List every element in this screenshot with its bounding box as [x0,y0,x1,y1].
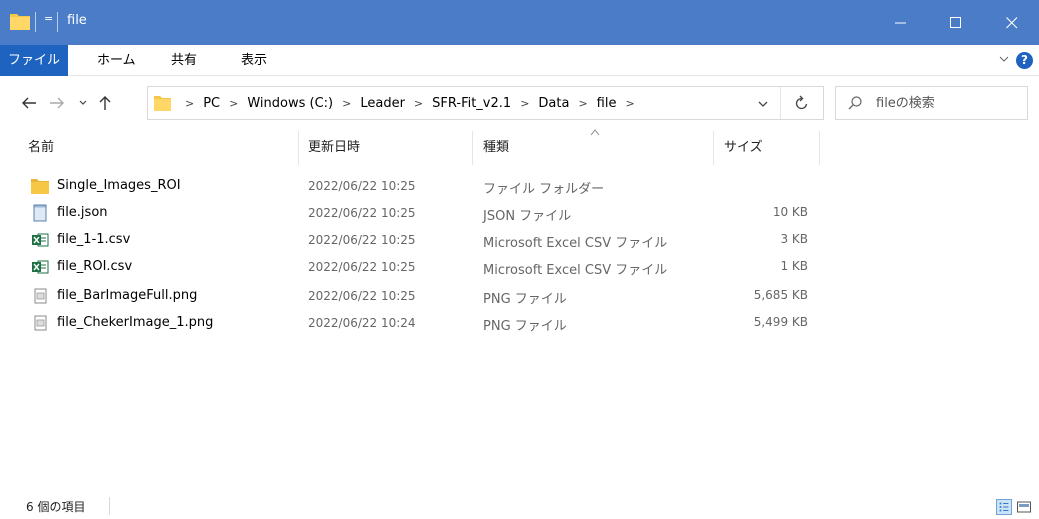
separator [57,12,58,32]
search-box[interactable] [835,86,1028,120]
breadcrumb: > PC > Windows (C:) > Leader > SFR-Fit_v… [176,87,644,119]
file-size: 3 KB [780,232,808,246]
column-divider[interactable] [819,131,820,165]
file-row[interactable]: file_ChekerImage_1.png 2022/06/22 10:24 … [26,310,816,337]
file-name: file_BarImageFull.png [57,288,198,303]
tab-file[interactable]: ファイル [0,45,68,76]
chevron-right-icon[interactable]: > [185,97,194,110]
tab-home[interactable]: ホーム [85,45,148,76]
maximize-button[interactable] [933,0,979,45]
file-row[interactable]: file_1-1.csv 2022/06/22 10:25 Microsoft … [26,227,816,254]
file-date: 2022/06/22 10:25 [308,233,416,247]
address-bar[interactable]: > PC > Windows (C:) > Leader > SFR-Fit_v… [147,86,824,120]
breadcrumb-data[interactable]: Data [538,96,569,111]
file-date: 2022/06/22 10:25 [308,260,416,274]
file-row[interactable]: Single_Images_ROI 2022/06/22 10:25 ファイル … [26,173,816,200]
forward-button[interactable] [48,94,66,112]
file-size: 10 KB [772,205,808,219]
chevron-right-icon[interactable]: > [229,97,238,110]
separator [780,87,781,119]
chevron-right-icon[interactable]: > [414,97,423,110]
column-divider[interactable] [298,131,299,165]
file-size: 5,685 KB [753,288,808,302]
file-date: 2022/06/22 10:25 [308,179,416,193]
chevron-right-icon[interactable]: > [342,97,351,110]
png-file-icon [34,315,47,331]
file-type: Microsoft Excel CSV ファイル [483,263,668,278]
breadcrumb-windows-c[interactable]: Windows (C:) [247,96,333,111]
breadcrumb-leader[interactable]: Leader [360,96,405,111]
ribbon: ファイル ホーム 共有 表示 ? [0,45,1039,76]
file-type: JSON ファイル [483,209,572,224]
close-button[interactable] [989,0,1035,45]
large-icons-view-icon[interactable] [1016,499,1032,515]
file-date: 2022/06/22 10:25 [308,289,416,303]
column-header-size[interactable]: サイズ [724,131,763,165]
recent-locations-button[interactable] [74,94,92,112]
tab-view[interactable]: 表示 [229,45,279,76]
file-date: 2022/06/22 10:24 [308,316,416,330]
file-name: Single_Images_ROI [57,178,181,193]
file-type: PNG ファイル [483,292,567,307]
column-header-name[interactable]: 名前 [28,131,54,165]
details-view-icon[interactable] [996,499,1012,515]
file-type: ファイル フォルダー [483,182,605,197]
excel-csv-icon [32,260,49,274]
window-title: file [67,13,87,28]
arrow-up-icon [99,96,111,110]
chevron-right-icon[interactable]: > [625,97,634,110]
up-button[interactable] [96,94,114,112]
folder-icon [10,14,30,30]
chevron-right-icon[interactable]: > [578,97,587,110]
file-size: 1 KB [780,259,808,273]
help-button[interactable]: ? [1016,52,1033,69]
column-header-date[interactable]: 更新日時 [308,131,360,165]
file-row[interactable]: file.json 2022/06/22 10:25 JSON ファイル 10 … [26,200,816,227]
file-type: Microsoft Excel CSV ファイル [483,236,668,251]
maximize-icon [950,16,961,28]
folder-icon [154,96,171,111]
expand-ribbon-icon[interactable] [998,53,1010,65]
file-type: PNG ファイル [483,319,567,334]
back-button[interactable] [20,94,38,112]
chevron-down-icon [79,100,87,105]
minimize-icon [895,22,906,23]
separator [35,12,36,32]
column-divider[interactable] [472,131,473,165]
close-icon [1006,16,1018,28]
arrow-right-icon [50,97,64,109]
excel-csv-icon [32,233,49,247]
separator [109,497,110,515]
png-file-icon [34,288,47,304]
chevron-right-icon[interactable]: > [520,97,529,110]
tab-share[interactable]: 共有 [159,45,209,76]
title-bar: = file [0,0,1039,45]
quick-access-toolbar-button[interactable]: = [44,12,53,25]
breadcrumb-pc[interactable]: PC [203,96,220,111]
file-date: 2022/06/22 10:25 [308,206,416,220]
navigation-bar: > PC > Windows (C:) > Leader > SFR-Fit_v… [0,76,1039,128]
file-name: file.json [57,205,108,220]
breadcrumb-sfr-fit[interactable]: SFR-Fit_v2.1 [432,96,511,111]
file-size: 5,499 KB [753,315,808,329]
column-header-type[interactable]: 種類 [483,131,509,165]
file-name: file_ChekerImage_1.png [57,315,214,330]
sort-ascending-icon [590,129,600,136]
file-row[interactable]: file_BarImageFull.png 2022/06/22 10:25 P… [26,283,816,310]
json-file-icon [33,204,47,222]
folder-icon [31,179,49,194]
column-divider[interactable] [713,131,714,165]
minimize-button[interactable] [878,0,924,45]
refresh-icon[interactable] [794,95,810,111]
file-row[interactable]: file_ROI.csv 2022/06/22 10:25 Microsoft … [26,254,816,281]
file-name: file_ROI.csv [57,259,133,274]
search-icon [848,96,862,110]
search-input[interactable] [876,93,1021,113]
breadcrumb-file[interactable]: file [597,96,617,111]
file-name: file_1-1.csv [57,232,131,247]
arrow-left-icon [22,97,36,109]
chevron-down-icon[interactable] [756,97,770,111]
status-item-count: 6 個の項目 [26,500,86,514]
